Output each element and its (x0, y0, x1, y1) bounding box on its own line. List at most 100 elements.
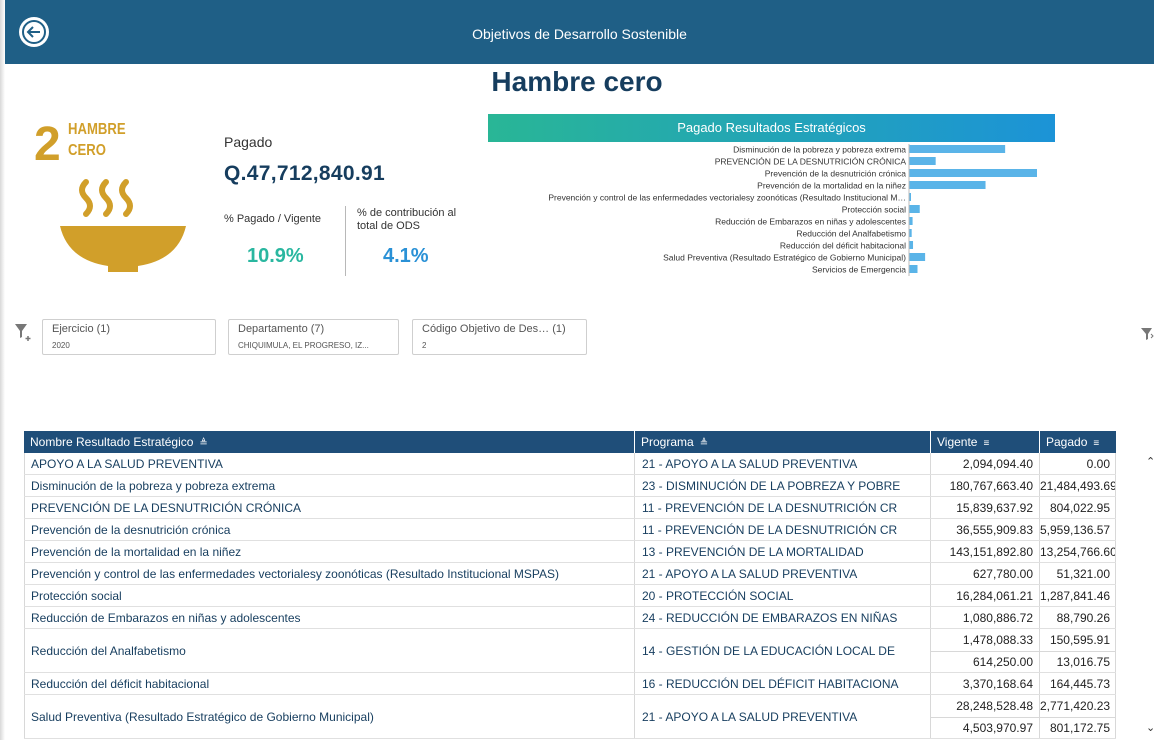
filter-chip-departamento[interactable]: Departamento (7) CHIQUIMULA, EL PROGRESO… (228, 319, 399, 355)
filter-chip-label: Código Objetivo de Des… (1) (422, 323, 566, 335)
chart-bar[interactable] (909, 157, 936, 165)
table-row[interactable]: Reducción del Analfabetismo 14 - GESTIÓN … (24, 629, 1116, 673)
row-split-line (1040, 651, 1116, 652)
paid-label: Pagado (224, 134, 273, 150)
column-divider (24, 629, 25, 672)
column-divider (1115, 673, 1116, 694)
cell-pagado-value: 51,321.00 (1056, 567, 1110, 581)
column-divider (1115, 475, 1116, 496)
column-divider (1039, 519, 1040, 540)
filter-chip-value: CHIQUIMULA, EL PROGRESO, IZ... (238, 341, 369, 350)
column-divider (24, 453, 25, 474)
left-edge-shadow (0, 0, 5, 740)
cell-pagado-value: 1,287,841.46 (1040, 589, 1111, 603)
filter-chip-label: Departamento (7) (238, 323, 325, 335)
column-divider (634, 629, 635, 672)
filter-chip-ejercicio[interactable]: Ejercicio (1) 2020 (42, 319, 216, 355)
sdg-title-line1: HAMBRE (68, 121, 126, 138)
column-divider (930, 497, 931, 518)
column-divider (1039, 629, 1040, 672)
chart-category-label: Reducción de Embarazos en niñas y adoles… (715, 217, 906, 227)
column-header-label: Vigente (937, 435, 978, 449)
chart-bar[interactable] (909, 265, 918, 273)
table-row[interactable]: PREVENCIÓN DE LA DESNUTRICIÓN CRÓNICA 11 … (24, 497, 1116, 519)
pct-contrib-value: 4.1% (383, 245, 429, 267)
chart-category-label: Reducción del déficit habitacional (780, 241, 906, 251)
chart-bar[interactable] (909, 241, 914, 249)
sort-desc-icon: ≡ (1093, 438, 1100, 449)
cell-result-name: Prevención de la desnutrición crónica (31, 522, 231, 537)
cell-pagado: 5,959,136.57 (1040, 519, 1116, 540)
column-divider (930, 607, 931, 628)
column-divider (1039, 475, 1040, 496)
column-header-pagado[interactable]: Pagado ≡ (1040, 431, 1116, 453)
cell-result-name: Disminución de la pobreza y pobreza extr… (31, 478, 276, 493)
table-row[interactable]: Reducción del déficit habitacional 16 - R… (24, 673, 1116, 695)
scroll-up-icon[interactable]: ⌃ (1146, 455, 1154, 468)
sort-icon: ≜ (199, 438, 208, 449)
column-divider (1115, 629, 1116, 672)
cell-program: 11 - PREVENCIÓN DE LA DESNUTRICIÓN CR (642, 522, 898, 537)
cell-pagado: 0.00 (1040, 453, 1116, 474)
cell-vigente: 1,080,886.72 (931, 607, 1039, 628)
column-divider (1115, 585, 1116, 606)
cell-program: 21 - APOYO A LA SALUD PREVENTIVA (642, 566, 858, 581)
sort-desc-icon: ≡ (983, 438, 990, 449)
column-header-program[interactable]: Programa ≜ (635, 431, 930, 453)
column-header-name[interactable]: Nombre Resultado Estratégico ≜ (24, 431, 632, 453)
chart-category-label: Salud Preventiva (Resultado Estratégico … (663, 253, 906, 263)
column-divider (24, 563, 25, 584)
sort-icon: ≜ (699, 438, 709, 449)
column-divider (24, 673, 25, 694)
column-divider (1039, 585, 1040, 606)
table-row[interactable]: Prevención de la desnutrición crónica 11 … (24, 519, 1116, 541)
cell-vigente-value: 143,151,892.80 (949, 545, 1033, 559)
column-divider (930, 453, 931, 474)
column-header-label: Pagado (1046, 435, 1088, 449)
column-divider (930, 695, 931, 738)
filter-chip-codigo-objetivo[interactable]: Código Objetivo de Des… (1) 2 (412, 319, 587, 355)
cell-vigente-value: 614,250.00 (972, 655, 1033, 669)
cell-vigente-value: 1,080,886.72 (962, 611, 1033, 625)
table-row[interactable]: Prevención y control de las enfermedades… (24, 563, 1116, 585)
column-divider (634, 453, 635, 474)
cell-result-name: Prevención de la mortalidad en la niñez (31, 544, 242, 559)
chart-category-label: Protección social (842, 205, 906, 215)
chart-bar[interactable] (909, 145, 1006, 153)
cell-pagado: 164,445.73 (1040, 673, 1116, 694)
page-title: Hambre cero (491, 66, 663, 97)
column-divider (930, 475, 931, 496)
cell-vigente-value: 36,555,909.83 (956, 523, 1033, 537)
chart-category-label: Disminución de la pobreza y pobreza extr… (733, 145, 906, 155)
cell-vigente: 16,284,061.21 (931, 585, 1039, 606)
table-row[interactable]: Salud Preventiva (Resultado Estratégico … (24, 695, 1116, 739)
chart-category-label: Prevención y control de las enfermedades… (548, 193, 906, 203)
table-row[interactable]: Protección social 20 - PROTECCIÓN SOCIAL 1… (24, 585, 1116, 607)
chart-bar[interactable] (909, 169, 1037, 177)
column-divider (1039, 541, 1040, 562)
table-row[interactable]: Disminución de la pobreza y pobreza extr… (24, 475, 1116, 497)
column-divider (1115, 563, 1116, 584)
cell-result-name: Reducción del Analfabetismo (31, 643, 186, 658)
scroll-down-icon[interactable]: ⌄ (1146, 721, 1154, 734)
chart-bar[interactable] (909, 217, 913, 225)
cell-vigente-value: 627,780.00 (972, 567, 1033, 581)
filter-add-icon[interactable] (14, 322, 32, 342)
table-row[interactable]: Reducción de Embarazos en niñas y adoles… (24, 607, 1116, 629)
cell-program: 21 - APOYO A LA SALUD PREVENTIVA (642, 709, 858, 724)
chart-bar[interactable] (909, 253, 926, 261)
cell-vigente: 15,839,637.92 (931, 497, 1039, 518)
filter-icon[interactable] (1141, 326, 1154, 342)
column-divider (930, 519, 931, 540)
chart-bar[interactable] (909, 205, 920, 213)
column-header-vigente[interactable]: Vigente ≡ (931, 431, 1039, 453)
cell-pagado-value: 0.00 (1086, 457, 1110, 471)
column-divider (930, 563, 931, 584)
table-row[interactable]: Prevención de la mortalidad en la niñez 1… (24, 541, 1116, 563)
table-row[interactable]: APOYO A LA SALUD PREVENTIVA 21 - APOYO A … (24, 453, 1116, 475)
column-divider (1115, 695, 1116, 738)
chart-title: Pagado Resultados Estratégicos (488, 114, 1055, 142)
cell-vigente-value: 2,094,094.40 (962, 457, 1033, 471)
column-divider (1115, 607, 1116, 628)
chart-bar[interactable] (909, 181, 986, 189)
